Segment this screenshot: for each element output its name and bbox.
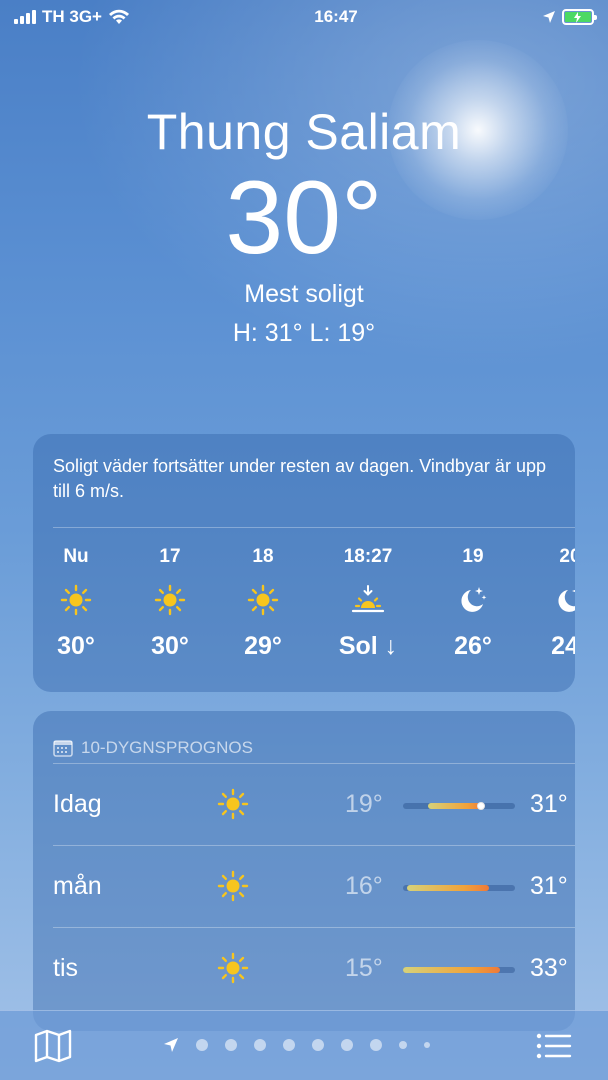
charging-bolt-icon [564, 11, 591, 23]
temp-range-bar [403, 802, 515, 810]
status-left: TH 3G+ [14, 7, 130, 27]
moon-stars-icon [461, 587, 487, 612]
hour-item: 18 29° [218, 546, 308, 661]
day-row[interactable]: Idag 19° 31° [53, 763, 575, 845]
hour-label: 18:27 [343, 546, 393, 567]
status-bar: TH 3G+ 16:47 [0, 0, 608, 34]
temp-range-fill [427, 803, 484, 809]
hour-temp: 24° [551, 632, 575, 660]
hour-label: 19 [462, 546, 484, 567]
hourly-forecast-card[interactable]: Soligt väder fortsätter under resten av … [33, 434, 575, 692]
ten-day-forecast-card[interactable]: 10-DYGNSPROGNOS Idag 19° 31° mån 16° 31°… [33, 711, 575, 1031]
list-icon [536, 1033, 572, 1059]
ten-day-title: 10-DYGNSPROGNOS [81, 737, 253, 757]
hour-item: Nu 30° [33, 546, 121, 661]
temp-range-bar [403, 967, 515, 973]
hour-label: Nu [63, 546, 89, 567]
page-dot [399, 1041, 407, 1049]
page-dot [254, 1039, 266, 1051]
city-list-button[interactable] [536, 1033, 572, 1064]
wifi-icon [109, 9, 129, 24]
hour-item: 17 30° [125, 546, 215, 661]
hour-item: 20 24° [525, 546, 575, 661]
day-low-temp: 15° [345, 954, 383, 982]
status-time: 16:47 [314, 7, 358, 26]
status-right [542, 9, 597, 25]
day-name: mån [53, 872, 102, 900]
current-weather: Thung Saliam 30° Mest soligt H: 31° L: 1… [0, 104, 608, 348]
page-dot [225, 1039, 237, 1051]
calendar-icon [53, 739, 73, 757]
hour-item: 18:27 Sol ↓ [323, 546, 413, 661]
hour-temp: Sol ↓ [338, 632, 398, 660]
sun-icon [217, 952, 249, 984]
page-dot [196, 1039, 208, 1051]
day-row[interactable]: tis 15° 33° [53, 927, 575, 1009]
temp-range-fill [403, 967, 501, 973]
day-high-temp: 31° [530, 790, 568, 818]
temp-range-fill [407, 885, 490, 891]
current-temperature: 30° [225, 160, 383, 276]
hour-temp: 30° [151, 632, 189, 660]
day-low-temp: 16° [345, 872, 383, 900]
location-arrow-icon [542, 11, 555, 23]
sun-icon [217, 870, 249, 902]
bottom-toolbar [0, 1010, 608, 1080]
page-dot [283, 1039, 295, 1051]
city-name: Thung Saliam [146, 104, 462, 160]
hour-temp: 26° [454, 632, 492, 660]
day-name: Idag [53, 790, 102, 818]
temp-range-bar [403, 885, 515, 891]
hour-temp: 29° [244, 632, 282, 660]
hour-label: 17 [159, 546, 181, 567]
high-low-label: H: 31° L: 19° [232, 319, 376, 347]
page-dot [341, 1039, 353, 1051]
sunset-icon [351, 585, 385, 613]
page-dot [424, 1042, 430, 1048]
hour-item: 19 26° [428, 546, 518, 661]
forecast-summary: Soligt väder fortsätter under resten av … [53, 456, 546, 501]
day-row[interactable]: mån 16° 31° [53, 845, 575, 927]
hour-temp: 30° [57, 632, 95, 660]
page-dot [312, 1039, 324, 1051]
map-icon [34, 1029, 72, 1063]
sun-icon [154, 584, 186, 616]
sun-icon [60, 584, 92, 616]
battery-icon [561, 9, 597, 25]
condition-label: Mest soligt [244, 280, 364, 308]
moon-stars-icon [558, 590, 575, 612]
day-high-temp: 31° [530, 872, 568, 900]
cellular-signal-icon [14, 10, 36, 24]
ten-day-header: 10-DYGNSPROGNOS [33, 711, 575, 763]
day-low-temp: 19° [345, 790, 383, 818]
day-high-temp: 33° [530, 954, 568, 982]
carrier-label: TH 3G+ [42, 7, 102, 26]
hour-label: 20 [559, 546, 575, 567]
map-button[interactable] [34, 1029, 72, 1068]
day-name: tis [53, 954, 78, 982]
current-location-arrow-icon [164, 1038, 178, 1052]
page-dot [370, 1039, 382, 1051]
current-temp-marker [477, 802, 486, 810]
sun-icon [217, 788, 249, 820]
page-indicator[interactable] [163, 1037, 430, 1053]
hour-label: 18 [252, 546, 274, 567]
sun-icon [247, 584, 279, 616]
hourly-strip[interactable]: Nu 30° 17 30° 18 29° 18:27 Sol ↓ 19 26° … [33, 528, 575, 692]
